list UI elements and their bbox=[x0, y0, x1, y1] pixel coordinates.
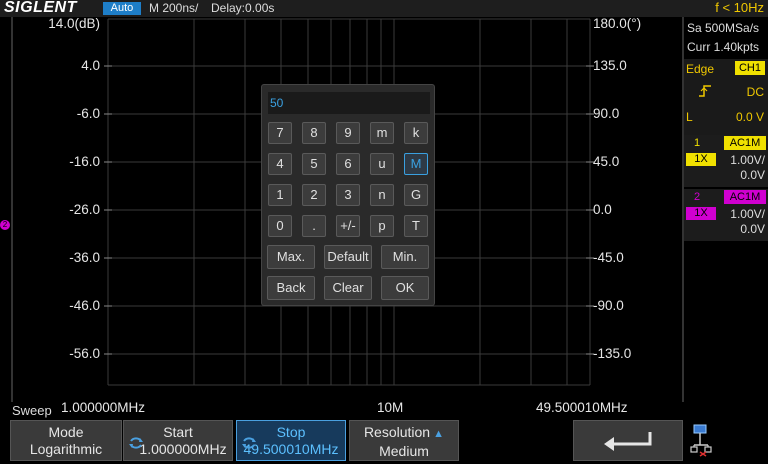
mode-label: Mode bbox=[48, 424, 84, 440]
key-7[interactable]: 7 bbox=[268, 122, 292, 144]
return-softkey[interactable] bbox=[573, 420, 683, 461]
bode-plot-area[interactable]: 14.0(dB) 4.0 -6.0 -16.0 -26.0 -36.0 -46.… bbox=[0, 16, 684, 415]
ch2-offset-marker-icon[interactable]: 2 bbox=[0, 220, 10, 230]
memory-depth-readout: Curr 1.40kpts bbox=[687, 40, 760, 54]
right-info-panel: Sa 500MSa/s Curr 1.40kpts Edge CH1 DC L … bbox=[684, 17, 768, 417]
key-6[interactable]: 6 bbox=[336, 153, 360, 175]
clear-button[interactable]: Clear bbox=[324, 276, 372, 300]
frequency-readout: f < 10Hz bbox=[715, 0, 764, 15]
ch1-info-box[interactable]: 1 AC1M 1X 1.00V/ 0.0V bbox=[684, 135, 768, 187]
mode-value: Logarithmic bbox=[29, 441, 103, 457]
ch2-info-box[interactable]: 2 AC1M 1X 1.00V/ 0.0V bbox=[684, 189, 768, 241]
stop-softkey[interactable]: Stop 49.500010MHz bbox=[236, 420, 346, 461]
ch1-probe-badge: 1X bbox=[686, 153, 716, 166]
key-0[interactable]: 0 bbox=[268, 215, 292, 237]
keypad-display[interactable]: 50 bbox=[268, 92, 430, 114]
key-pico[interactable]: p bbox=[370, 215, 394, 237]
x-axis-start-label: 1.000000MHz bbox=[61, 400, 146, 415]
ch2-number: 2 bbox=[694, 191, 701, 203]
right-axis-tick: 90.0 bbox=[593, 106, 620, 121]
left-axis-tick: -46.0 bbox=[69, 298, 100, 313]
key-kilo[interactable]: k bbox=[404, 122, 428, 144]
key-4[interactable]: 4 bbox=[268, 153, 292, 175]
top-status-bar: SIGLENT Auto M 200ns/ Delay:0.00s f < 10… bbox=[0, 0, 768, 17]
x-axis-stop-label: 49.500010MHz bbox=[536, 400, 628, 415]
timebase-readout: M 200ns/ bbox=[149, 1, 199, 15]
trigger-type: Edge bbox=[686, 62, 715, 76]
resolution-softkey[interactable]: Resolution ▲ Medium bbox=[349, 420, 459, 461]
numeric-keypad: 50 7 8 9 m k 4 5 6 u M 1 2 3 n G 0 . +/-… bbox=[261, 84, 435, 306]
key-3[interactable]: 3 bbox=[336, 184, 360, 206]
right-axis-tick: -135.0 bbox=[593, 346, 632, 361]
start-softkey[interactable]: Start 1.000000MHz bbox=[123, 420, 233, 461]
brand-logo: SIGLENT bbox=[4, 0, 77, 16]
ch1-number: 1 bbox=[694, 137, 701, 149]
trigger-coupling: DC bbox=[746, 85, 764, 99]
ch1-coupling-badge: AC1M bbox=[724, 136, 766, 150]
resolution-value: Medium bbox=[379, 443, 429, 459]
key-2[interactable]: 2 bbox=[302, 184, 326, 206]
left-axis-tick: -16.0 bbox=[69, 154, 100, 169]
key-decimal[interactable]: . bbox=[302, 215, 326, 237]
key-5[interactable]: 5 bbox=[302, 153, 326, 175]
left-axis-tick: -36.0 bbox=[69, 250, 100, 265]
ch2-offset: 0.0V bbox=[740, 222, 765, 236]
right-axis-tick: 0.0 bbox=[593, 202, 612, 217]
key-9[interactable]: 9 bbox=[336, 122, 360, 144]
right-axis-tick: 180.0(°) bbox=[593, 16, 642, 31]
key-tera[interactable]: T bbox=[404, 215, 428, 237]
left-axis-tick: -56.0 bbox=[69, 346, 100, 361]
right-axis-tick: 45.0 bbox=[593, 154, 620, 169]
key-8[interactable]: 8 bbox=[302, 122, 326, 144]
ch2-coupling-badge: AC1M bbox=[724, 190, 766, 204]
delay-readout: Delay:0.00s bbox=[211, 1, 275, 15]
ch2-volts-div: 1.00V/ bbox=[730, 207, 765, 221]
max-button[interactable]: Max. bbox=[267, 245, 315, 269]
trigger-info-box[interactable]: Edge CH1 DC L 0.0 V bbox=[684, 59, 768, 145]
left-axis-tick: -6.0 bbox=[76, 106, 100, 121]
resolution-label: Resolution ▲ bbox=[350, 424, 458, 443]
ok-button[interactable]: OK bbox=[381, 276, 429, 300]
x-axis-mid-label: 10M bbox=[377, 400, 404, 415]
ch1-offset: 0.0V bbox=[740, 168, 765, 182]
trigger-level-label: L bbox=[686, 110, 693, 124]
left-axis-tick: -26.0 bbox=[69, 202, 100, 217]
network-status-icon bbox=[688, 423, 718, 459]
rotary-knob-icon bbox=[129, 437, 143, 449]
trigger-source-badge: CH1 bbox=[735, 61, 765, 75]
left-axis-tick: 14.0(dB) bbox=[48, 16, 100, 31]
up-arrow-icon: ▲ bbox=[430, 428, 445, 440]
right-axis-tick: -90.0 bbox=[593, 298, 624, 313]
right-axis-tick: 135.0 bbox=[593, 58, 627, 73]
key-micro[interactable]: u bbox=[370, 153, 394, 175]
key-1[interactable]: 1 bbox=[268, 184, 292, 206]
default-button[interactable]: Default bbox=[324, 245, 372, 269]
key-mega[interactable]: M bbox=[404, 153, 428, 175]
resolution-label-text: Resolution bbox=[363, 424, 431, 440]
return-arrow-icon bbox=[604, 432, 652, 451]
right-axis-tick: -45.0 bbox=[593, 250, 624, 265]
sample-rate-readout: Sa 500MSa/s bbox=[687, 21, 760, 35]
key-milli[interactable]: m bbox=[370, 122, 394, 144]
min-button[interactable]: Min. bbox=[381, 245, 429, 269]
left-axis-tick: 4.0 bbox=[81, 58, 100, 73]
mode-softkey[interactable]: Mode Logarithmic bbox=[10, 420, 122, 461]
key-nano[interactable]: n bbox=[370, 184, 394, 206]
key-plus-minus[interactable]: +/- bbox=[336, 215, 360, 237]
menu-title: Sweep bbox=[12, 403, 52, 418]
rotary-knob-icon bbox=[242, 437, 256, 449]
ch2-probe-badge: 1X bbox=[686, 207, 716, 220]
ch1-volts-div: 1.00V/ bbox=[730, 153, 765, 167]
acquisition-mode-badge[interactable]: Auto bbox=[103, 2, 141, 15]
rising-edge-icon bbox=[698, 84, 712, 101]
key-giga[interactable]: G bbox=[404, 184, 428, 206]
trigger-level-value: 0.0 V bbox=[735, 110, 764, 124]
back-button[interactable]: Back bbox=[267, 276, 315, 300]
